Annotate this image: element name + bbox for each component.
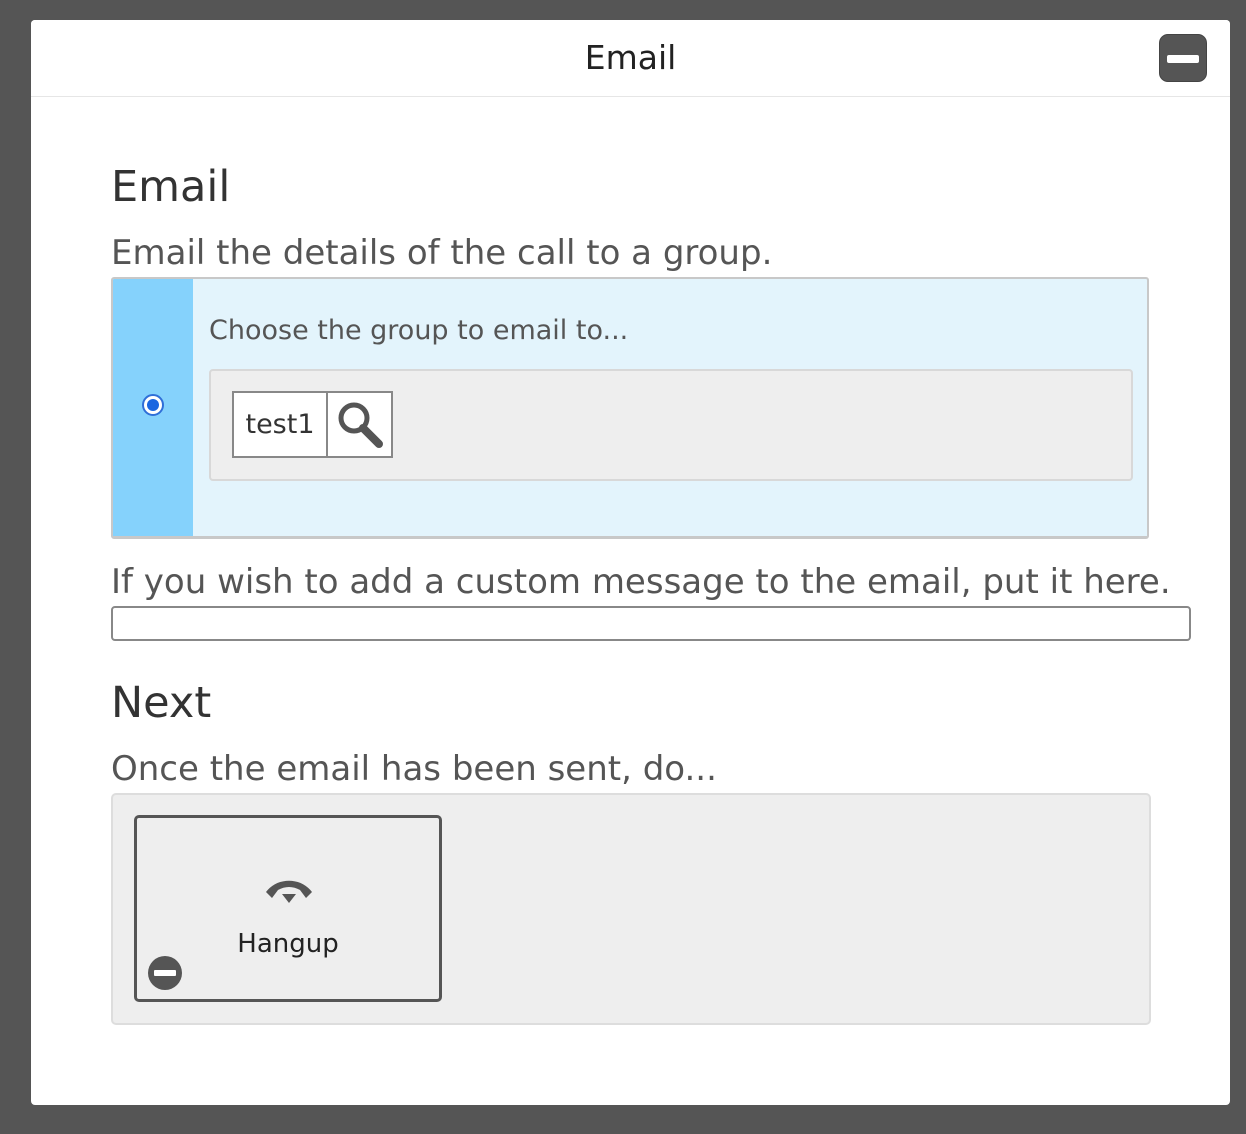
- minimize-icon: [1167, 55, 1199, 63]
- email-heading: Email: [111, 162, 231, 212]
- group-search-button[interactable]: [326, 391, 393, 458]
- search-icon: [338, 402, 383, 448]
- hangup-phone-icon: [266, 880, 312, 903]
- dialog-titlebar: Email: [31, 20, 1230, 97]
- group-choice-panel: Choose the group to email to... test1: [111, 277, 1149, 539]
- remove-icon[interactable]: [148, 956, 182, 990]
- group-picker: test1: [209, 369, 1133, 481]
- radio-selected-dot: [147, 399, 159, 411]
- group-choice-radio[interactable]: [142, 394, 164, 416]
- email-description: Email the details of the call to a group…: [111, 233, 773, 273]
- choose-group-label: Choose the group to email to...: [209, 315, 629, 346]
- minimize-button[interactable]: [1159, 34, 1207, 82]
- hangup-action-card[interactable]: Hangup: [134, 815, 442, 1002]
- email-dialog: Email Email Email the details of the cal…: [31, 20, 1230, 1105]
- next-heading: Next: [111, 678, 212, 728]
- next-description: Once the email has been sent, do...: [111, 749, 717, 789]
- next-action-panel: Hangup: [111, 793, 1151, 1025]
- dialog-title: Email: [584, 38, 677, 77]
- custom-message-label: If you wish to add a custom message to t…: [111, 562, 1171, 602]
- hangup-label: Hangup: [237, 929, 339, 959]
- selected-group-value[interactable]: test1: [232, 391, 328, 458]
- custom-message-input[interactable]: [111, 606, 1191, 641]
- remove-icon-bar: [154, 970, 176, 976]
